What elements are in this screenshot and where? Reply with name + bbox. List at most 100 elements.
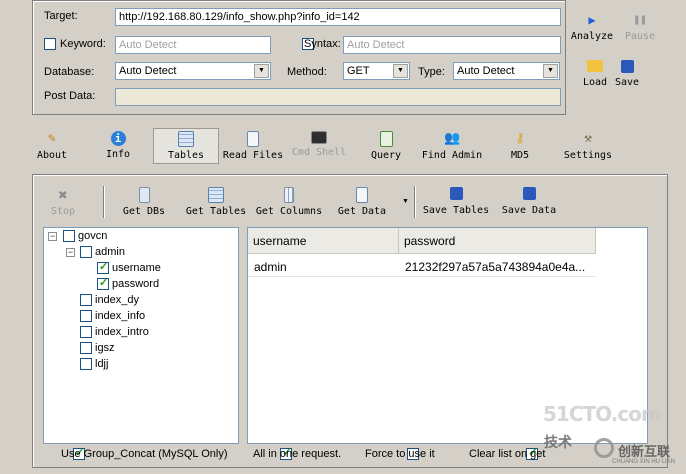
method-value: GET <box>347 65 370 77</box>
floppy-icon <box>449 187 463 200</box>
tab-info[interactable]: i Info <box>96 131 140 160</box>
tree-checkbox[interactable] <box>80 358 92 371</box>
tree-table-node[interactable]: index_info <box>80 309 145 323</box>
tree-table-node[interactable]: ldjj <box>80 357 108 371</box>
database-icon <box>138 187 150 203</box>
toolbar-separator <box>414 186 416 218</box>
folder-icon <box>587 60 603 72</box>
postdata-input[interactable] <box>115 88 561 106</box>
toolbar-separator <box>103 186 105 218</box>
database-label: Database: <box>44 66 95 78</box>
save-tables-button[interactable]: Save Tables <box>421 187 491 216</box>
grid-cell-username[interactable]: admin <box>248 257 399 277</box>
floppy-icon <box>522 187 536 200</box>
watermark-brand-sub: CHUANG XIN HU LIAN <box>612 459 676 465</box>
pause-button[interactable]: ❚❚ Pause <box>618 12 662 42</box>
key-icon: ⚷ <box>515 131 525 146</box>
watermark-sub: 技术 <box>544 434 572 450</box>
force-label: Force to use it <box>365 448 435 460</box>
type-value: Auto Detect <box>457 65 515 77</box>
get-columns-button[interactable]: Get Columns <box>254 187 324 217</box>
stop-icon: ✖ <box>58 186 68 204</box>
save-data-button[interactable]: Save Data <box>500 187 558 216</box>
method-select[interactable]: GET ▼ <box>343 62 410 80</box>
tree-column-node[interactable]: username <box>97 260 161 275</box>
target-input[interactable]: http://192.168.80.129/info_show.php?info… <box>115 8 561 26</box>
tree-checkbox[interactable] <box>63 230 75 243</box>
tree-checkbox[interactable] <box>80 246 92 259</box>
tree-table-node[interactable]: igsz <box>80 341 115 355</box>
tree-table-node[interactable]: index_intro <box>80 325 149 339</box>
keyword-label: Keyword: <box>60 38 106 50</box>
watermark-site: 51CTO.com <box>543 402 662 426</box>
tree-checkbox[interactable] <box>97 260 109 275</box>
load-label: Load <box>582 77 608 88</box>
get-data-button[interactable]: Get Data <box>336 187 388 217</box>
tab-find-admin[interactable]: 👥 Find Admin <box>420 131 484 161</box>
tab-cmd-shell[interactable]: Cmd Shell <box>290 131 348 158</box>
info-icon: i <box>110 131 126 146</box>
pause-label: Pause <box>624 31 656 42</box>
tree-checkbox[interactable] <box>97 276 109 291</box>
load-button[interactable]: Load <box>580 60 610 88</box>
grid-header-password[interactable]: password <box>399 228 596 254</box>
grid-cell-password[interactable]: 21232f297a57a5a743894a0e4a... <box>399 257 596 277</box>
get-data-dropdown-arrow[interactable]: ▼ <box>402 198 409 205</box>
tab-md5[interactable]: ⚷ MD5 <box>505 131 535 161</box>
data-icon <box>356 187 368 203</box>
terminal-icon <box>311 131 327 144</box>
group-concat-label: Use Group_Concat (MySQL Only) <box>61 448 228 460</box>
table-icon <box>178 131 194 147</box>
tab-read-files[interactable]: Read Files <box>222 131 284 161</box>
file-icon <box>247 131 259 147</box>
collapse-icon[interactable]: − <box>48 232 57 241</box>
method-label: Method: <box>287 66 327 78</box>
pause-icon: ❚❚ <box>633 13 647 26</box>
keyword-input[interactable]: Auto Detect <box>115 36 271 54</box>
database-select[interactable]: Auto Detect ▼ <box>115 62 271 80</box>
tree-table-node[interactable]: admin <box>80 245 125 259</box>
watermark-logo-icon <box>594 438 614 458</box>
tab-about[interactable]: ✎ About <box>30 131 74 161</box>
save-label: Save <box>614 77 640 88</box>
users-icon: 👥 <box>444 131 461 146</box>
watermark-brand: 创新互联 <box>618 444 671 459</box>
collapse-icon[interactable]: − <box>66 248 75 257</box>
get-tables-button[interactable]: Get Tables <box>184 187 248 217</box>
tree-checkbox[interactable] <box>80 342 92 355</box>
stop-button[interactable]: ✖ Stop <box>46 187 80 217</box>
keyword-checkbox[interactable] <box>44 38 56 51</box>
table-icon <box>208 187 224 203</box>
save-button[interactable]: Save <box>612 60 642 88</box>
tools-icon: ⚒ <box>584 131 592 146</box>
type-label: Type: <box>418 66 445 78</box>
tab-query[interactable]: Query <box>366 131 406 161</box>
grid-header-username[interactable]: username <box>248 228 399 254</box>
tree-checkbox[interactable] <box>80 294 92 307</box>
type-select[interactable]: Auto Detect ▼ <box>453 62 560 80</box>
postdata-label: Post Data: <box>44 90 96 102</box>
play-icon: ▶ <box>588 13 596 27</box>
tab-settings[interactable]: ⚒ Settings <box>560 131 616 161</box>
tree-column-node[interactable]: password <box>97 276 159 291</box>
all-in-one-label: All in one request. <box>253 448 342 460</box>
syntax-input[interactable]: Auto Detect <box>343 36 561 54</box>
clear-list-label: Clear list on get <box>469 448 546 460</box>
chevron-down-icon: ▼ <box>543 64 558 78</box>
tree-checkbox[interactable] <box>80 326 92 339</box>
syntax-label: Syntax: <box>304 38 341 50</box>
columns-icon <box>284 187 294 203</box>
get-dbs-button[interactable]: Get DBs <box>120 187 168 217</box>
analyze-label: Analyze <box>570 31 614 42</box>
database-value: Auto Detect <box>119 65 177 77</box>
tree-table-node[interactable]: index_dy <box>80 293 139 307</box>
floppy-icon <box>620 60 634 73</box>
query-icon <box>379 131 393 147</box>
chevron-down-icon: ▼ <box>254 64 269 78</box>
analyze-button[interactable]: ▶ Analyze <box>569 12 615 42</box>
chevron-down-icon: ▼ <box>393 64 408 78</box>
tab-tables[interactable]: Tables <box>162 131 210 161</box>
pencil-icon: ✎ <box>48 131 56 146</box>
tree-db-node[interactable]: govcn <box>63 229 107 243</box>
tree-checkbox[interactable] <box>80 310 92 323</box>
